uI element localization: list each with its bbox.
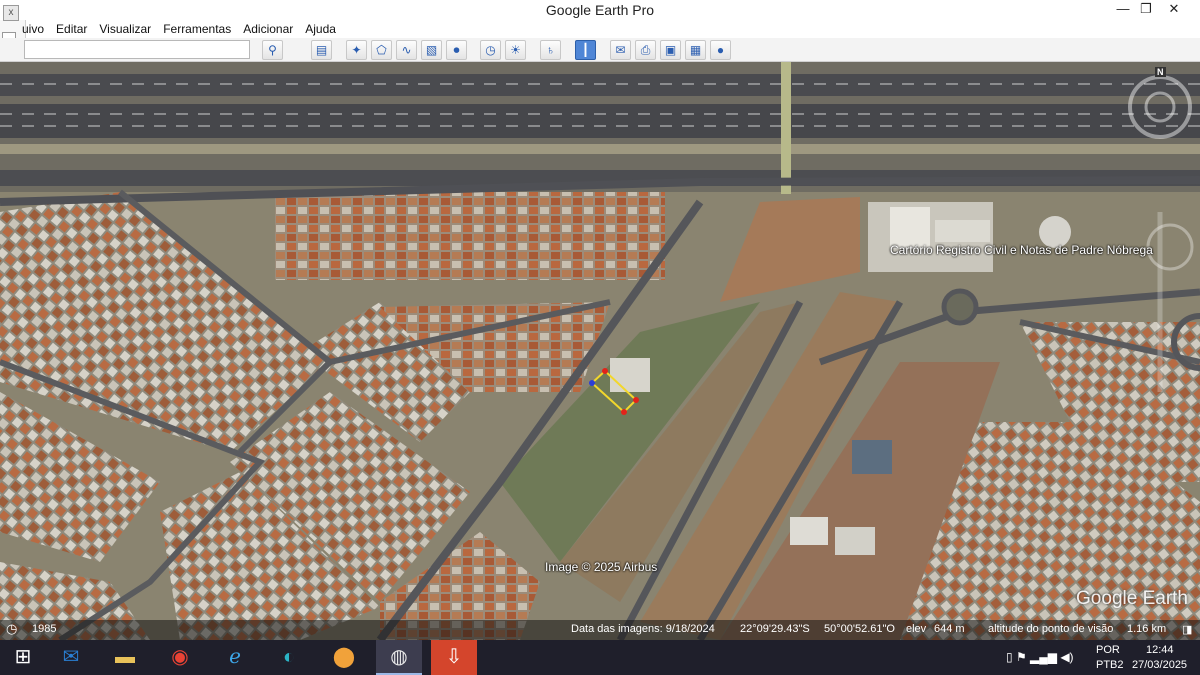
search-icon[interactable]: ⚲ — [262, 40, 283, 60]
elevation-label: elev — [906, 623, 927, 635]
satellite-imagery — [0, 62, 1200, 640]
taskbar: ⊞ ✉ ▬ ◉ ℯ ◐ ⬤ ◍ ⇩ ▯ ⚑ ▂▄▆ ◀) POR PTB2 12… — [0, 640, 1200, 675]
status-bar: ◷ 1985 Data das imagens: 9/18/2024 22°09… — [0, 620, 1200, 640]
longitude-readout: 50°00'52.61"O — [824, 623, 895, 635]
vpn-icon[interactable]: ⬤ — [321, 640, 367, 675]
menu-bar: uivo Editar Visualizar Ferramentas Adici… — [22, 20, 336, 38]
menu-file[interactable]: uivo — [22, 20, 44, 38]
planets-icon[interactable]: ♄ — [540, 40, 561, 60]
elevation-value: 644 m — [934, 623, 965, 635]
acrobat-icon[interactable]: ⇩ — [431, 640, 477, 675]
restore-button[interactable]: ❐ — [1133, 0, 1159, 20]
tour-icon[interactable]: ⏺ — [446, 40, 467, 60]
sidebar-toggle-icon[interactable]: ▤ — [311, 40, 332, 60]
google-earth-brand: Google Earth — [1076, 588, 1188, 609]
path-icon[interactable]: ∿ — [396, 40, 417, 60]
file-explorer-icon[interactable]: ▬ — [102, 640, 148, 675]
save-image-icon[interactable]: ▣ — [660, 40, 681, 60]
overlay-icon[interactable]: ▧ — [421, 40, 442, 60]
map-view[interactable]: N Cartório Registro Civil e Notas de Pad… — [0, 62, 1200, 640]
search-input[interactable] — [24, 40, 250, 59]
placemark-icon[interactable]: ✦ — [346, 40, 367, 60]
historical-imagery-icon[interactable]: ◷ — [480, 40, 501, 60]
image-credit: Image © 2025 Airbus — [545, 560, 658, 574]
edge-icon[interactable]: ◐ — [266, 640, 312, 675]
sidebar-toggle-icon[interactable]: ◨ — [1182, 623, 1192, 636]
globe-icon[interactable]: ● — [710, 40, 731, 60]
place-label[interactable]: Cartório Registro Civil e Notas de Padre… — [890, 243, 1153, 257]
window-title: Google Earth Pro — [545, 2, 655, 18]
clock-date[interactable]: 27/03/2025 — [1132, 659, 1187, 675]
latitude-readout: 22°09'29.43"S — [740, 623, 810, 635]
eye-altitude-label: altitude do ponto de visão — [988, 623, 1114, 635]
north-indicator[interactable]: N — [1155, 67, 1166, 77]
menu-edit[interactable]: Editar — [56, 20, 87, 38]
historical-imagery-icon[interactable]: ◷ — [6, 621, 17, 637]
imagery-year: 1985 — [32, 623, 57, 635]
keyboard-layout[interactable]: PTB2 — [1096, 659, 1124, 675]
polygon-icon[interactable]: ⬠ — [371, 40, 392, 60]
menu-tools[interactable]: Ferramentas — [163, 20, 231, 38]
toolbar: ⚲ ▤ ✦ ⬠ ∿ ▧ ⏺ ◷ ☀ ♄ ┃ ✉ ⎙ ▣ ▦ ● — [0, 38, 1200, 62]
tray-icons[interactable]: ▯ ⚑ ▂▄▆ ◀) — [1006, 650, 1074, 675]
ruler-icon[interactable]: ┃ — [575, 40, 596, 60]
chrome-icon[interactable]: ◉ — [157, 640, 203, 675]
sidebar-close-button[interactable]: x — [3, 5, 19, 21]
imagery-date: Data das imagens: 9/18/2024 — [571, 623, 715, 635]
print-icon[interactable]: ⎙ — [635, 40, 656, 60]
email-icon[interactable]: ✉ — [610, 40, 631, 60]
windows-start-icon[interactable]: ⊞ — [0, 640, 46, 675]
close-button[interactable]: ✕ — [1161, 0, 1187, 20]
maps-icon[interactable]: ▦ — [685, 40, 706, 60]
sunlight-icon[interactable]: ☀ — [505, 40, 526, 60]
menu-add[interactable]: Adicionar — [243, 20, 293, 38]
menu-view[interactable]: Visualizar — [99, 20, 151, 38]
google-earth-icon[interactable]: ◍ — [376, 640, 422, 675]
internet-explorer-icon[interactable]: ℯ — [212, 640, 258, 675]
outlook-icon[interactable]: ✉ — [48, 640, 94, 675]
title-bar: Google Earth Pro — ❐ ✕ — [0, 0, 1200, 20]
menu-help[interactable]: Ajuda — [305, 20, 336, 38]
eye-altitude-value: 1.16 km — [1127, 623, 1167, 635]
